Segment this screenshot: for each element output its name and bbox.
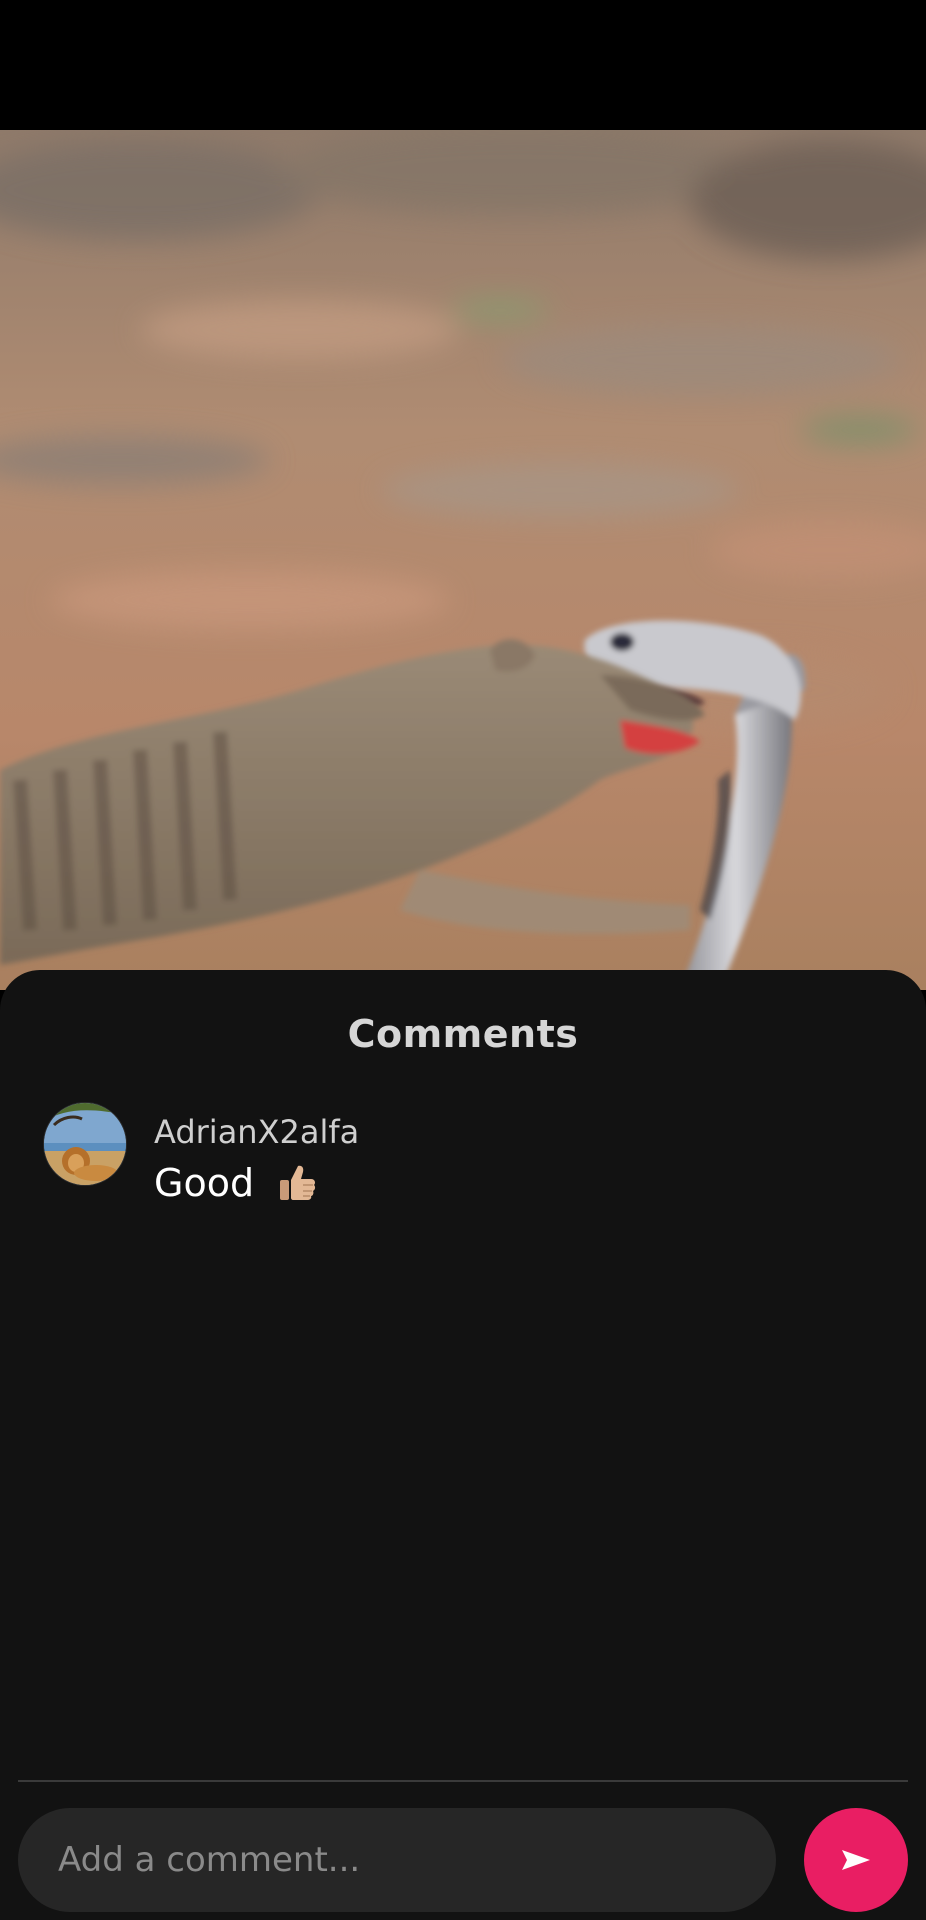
video-frame-image [0, 130, 926, 990]
input-divider [18, 1780, 908, 1782]
app-screen: Comments AdrianX2alfa Good [0, 0, 926, 1920]
send-button[interactable] [804, 1808, 908, 1912]
comment-text: Good [154, 1161, 255, 1205]
comments-sheet: Comments AdrianX2alfa Good [0, 970, 926, 1920]
video-player[interactable] [0, 130, 926, 990]
thumbs-up-icon [276, 1162, 318, 1204]
comment-item: AdrianX2alfa Good [44, 1103, 884, 1213]
lion-avatar-icon[interactable] [44, 1103, 126, 1185]
comment-body: Good [154, 1161, 318, 1205]
comment-input[interactable] [18, 1808, 776, 1912]
status-bar-area [0, 0, 926, 130]
comment-username[interactable]: AdrianX2alfa [154, 1113, 359, 1151]
send-arrow-icon [842, 1850, 870, 1870]
sheet-title: Comments [347, 1012, 579, 1056]
